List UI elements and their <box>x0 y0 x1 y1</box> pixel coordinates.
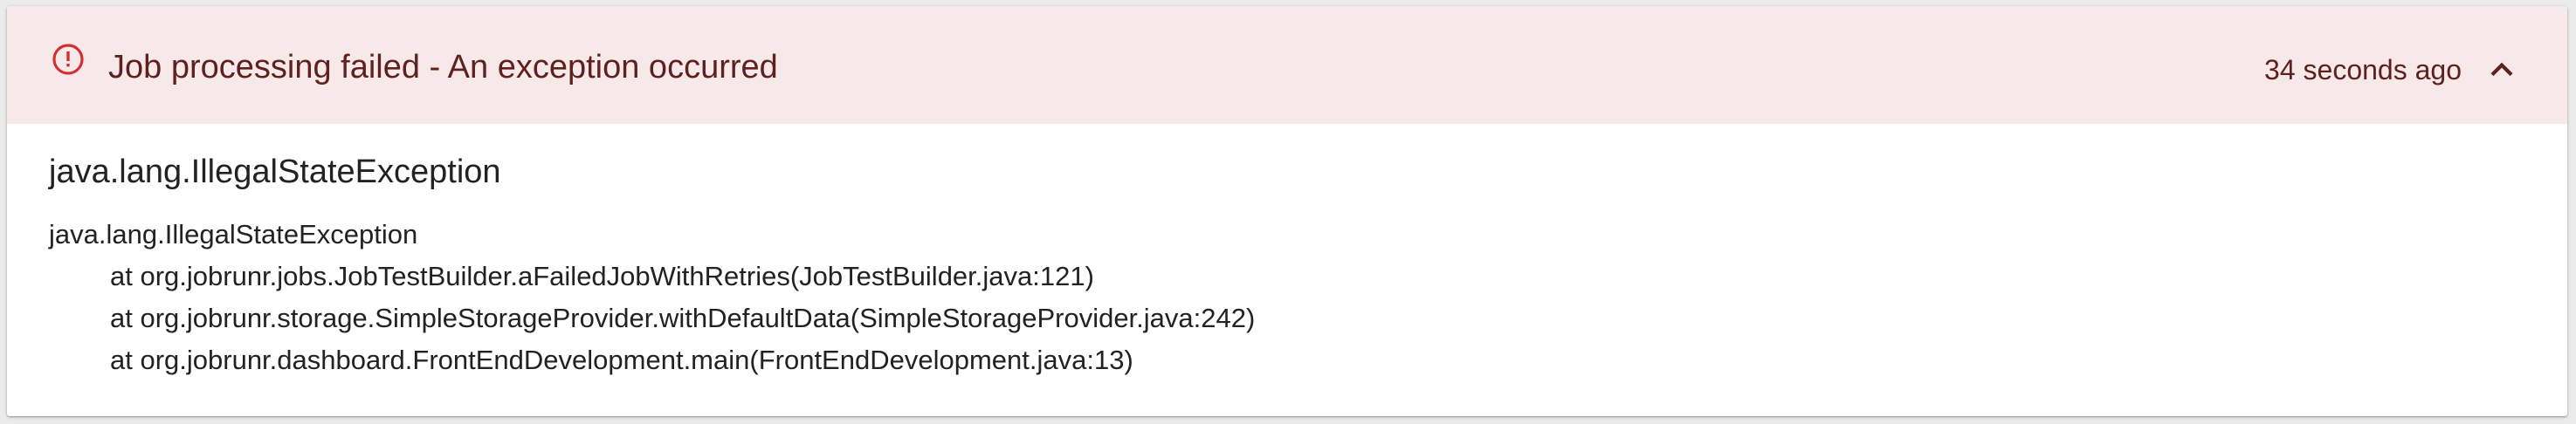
exception-type: java.lang.IllegalStateException <box>49 154 501 190</box>
error-outline-icon <box>52 44 84 75</box>
chevron-up-icon[interactable] <box>2480 48 2524 92</box>
stacktrace-frame: at org.jobrunr.dashboard.FrontEndDevelop… <box>110 345 1133 375</box>
failure-header[interactable]: Job processing failed - An exception occ… <box>7 6 2567 124</box>
stacktrace-frame: at org.jobrunr.jobs.JobTestBuilder.aFail… <box>110 261 1094 291</box>
stacktrace: java.lang.IllegalStateException at org.j… <box>49 214 2532 381</box>
failure-title: Job processing failed - An exception occ… <box>108 49 778 85</box>
job-failure-card: Job processing failed - An exception occ… <box>7 6 2567 416</box>
failure-details: java.lang.IllegalStateException java.lan… <box>49 153 2532 381</box>
stacktrace-frame: at org.jobrunr.storage.SimpleStorageProv… <box>110 303 1256 333</box>
failure-time: 34 seconds ago <box>2264 54 2462 85</box>
stacktrace-line: java.lang.IllegalStateException <box>49 219 418 250</box>
